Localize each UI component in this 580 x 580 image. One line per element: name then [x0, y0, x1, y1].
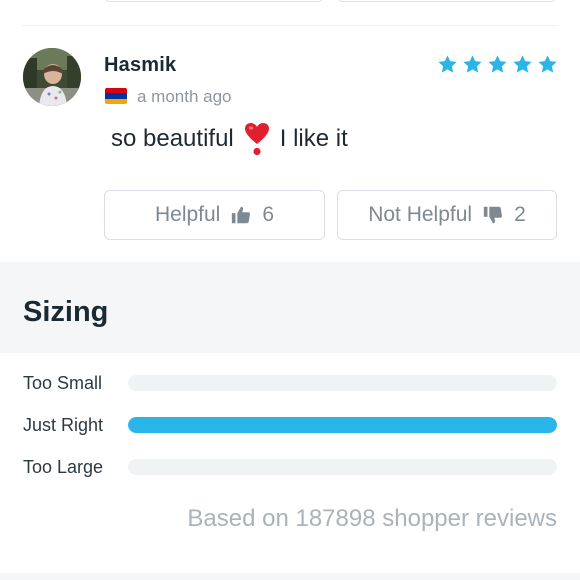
- sizing-row-too-small: Too Small: [23, 373, 557, 393]
- not-helpful-count: 2: [514, 203, 526, 226]
- star-icon: [513, 55, 532, 73]
- previous-not-helpful-button[interactable]: [337, 0, 557, 2]
- avatar[interactable]: [23, 48, 81, 106]
- sizing-label: Just Right: [23, 415, 104, 435]
- helpful-button[interactable]: Helpful 6: [104, 190, 325, 240]
- sizing-header: Sizing: [0, 262, 580, 353]
- star-rating: [437, 54, 558, 75]
- helpful-label: Helpful: [154, 203, 221, 226]
- star-icon: [488, 55, 507, 73]
- reviewer-name[interactable]: Hasmik: [104, 54, 176, 77]
- star-icon: [438, 55, 457, 73]
- sizing-label: Too Large: [23, 457, 104, 477]
- sizing-row-too-large: Too Large: [23, 457, 557, 477]
- star-icon: [538, 55, 557, 73]
- sizing-title: Sizing: [23, 296, 109, 328]
- review-text-after: I like it: [279, 125, 348, 152]
- review-text: so beautiful I like it: [111, 122, 348, 156]
- sizing-label: Too Small: [23, 373, 103, 393]
- sizing-bar-track: [128, 375, 557, 391]
- not-helpful-label: Not Helpful: [368, 203, 473, 226]
- previous-helpful-button[interactable]: [104, 0, 324, 2]
- review-time-ago: a month ago: [137, 87, 232, 106]
- review-text-before: so beautiful: [111, 125, 234, 152]
- sizing-panel: Too Small Just Right Too Large Based on …: [0, 353, 580, 573]
- sizing-bar-fill: [128, 417, 557, 433]
- star-icon: [463, 55, 482, 73]
- thumbs-down-icon: [483, 206, 503, 224]
- section-divider: [0, 573, 580, 580]
- thumbs-up-icon: [232, 206, 251, 224]
- heavy-heart-exclamation-icon: [244, 123, 269, 156]
- helpful-count: 6: [262, 203, 275, 226]
- review-card: Hasmik a month ago so beautiful I like i…: [0, 26, 580, 262]
- armenia-flag-icon: [105, 88, 127, 104]
- sizing-row-just-right: Just Right: [23, 415, 557, 435]
- sizing-bar-track: [128, 459, 557, 475]
- sizing-based-on: Based on 187898 shopper reviews: [187, 505, 557, 532]
- not-helpful-button[interactable]: Not Helpful 2: [337, 190, 557, 240]
- avatar-photo: [23, 48, 81, 106]
- sizing-bar-track: [128, 417, 557, 433]
